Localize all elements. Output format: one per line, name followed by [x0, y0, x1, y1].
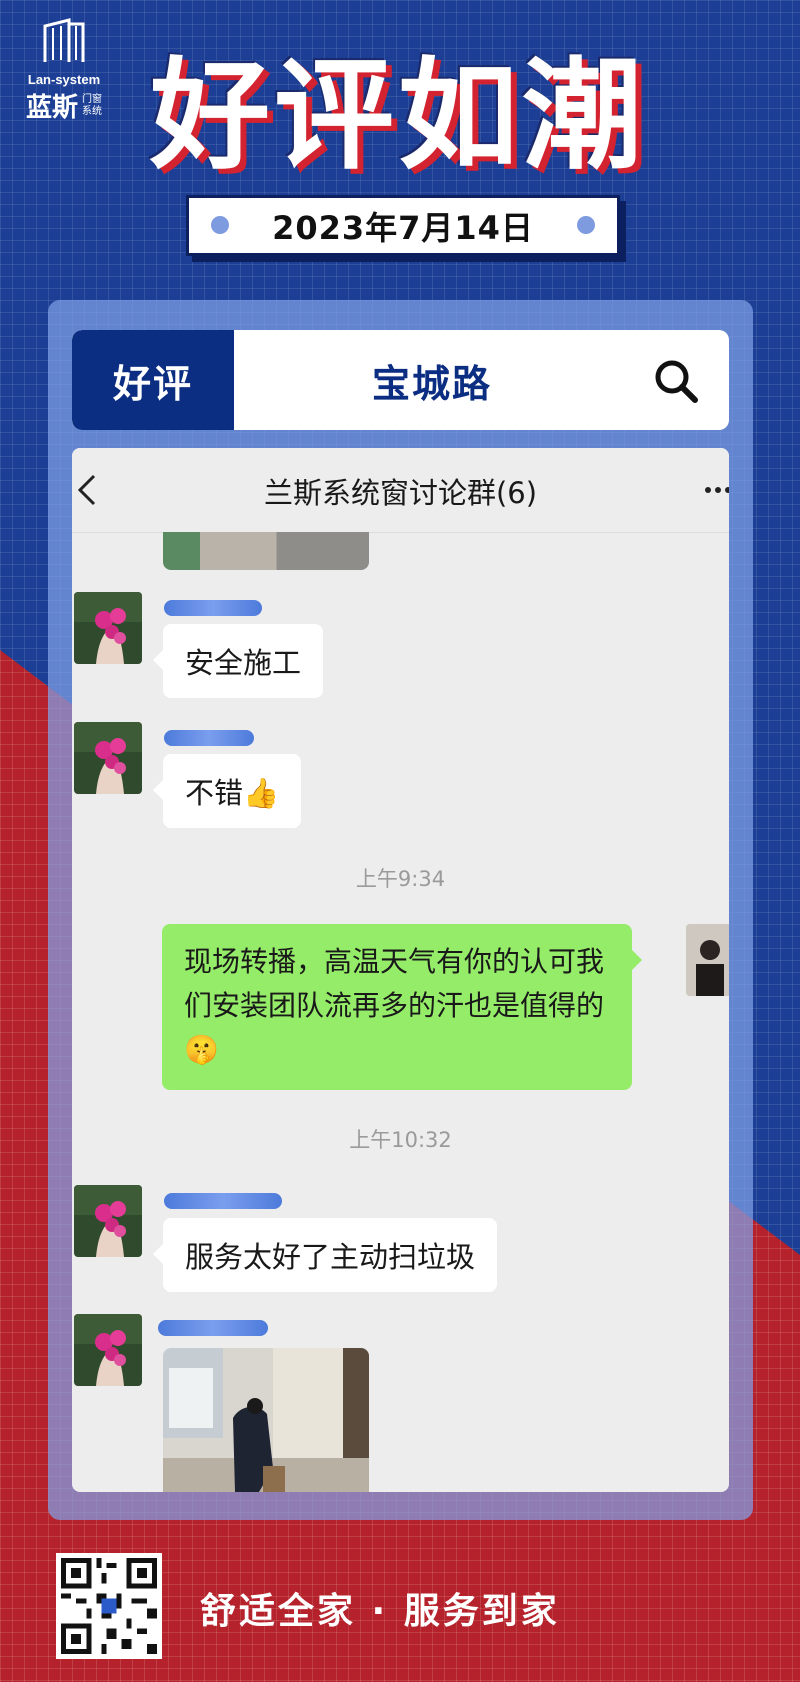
avatar[interactable] [74, 1314, 142, 1386]
tab-review[interactable]: 好评 [72, 330, 234, 430]
chat-title: 兰斯系统窗讨论群(6) [263, 476, 538, 510]
search-icon[interactable] [653, 358, 699, 404]
message-bubble[interactable]: 不错👍 [152, 754, 302, 828]
nickname-redacted [164, 1193, 282, 1209]
headline: 好评如潮 [150, 47, 646, 186]
chat-header: 兰斯系统窗讨论群(6) [72, 448, 729, 533]
qr-code[interactable] [56, 1553, 162, 1659]
footer-slogan: 舒适全家 · 服务到家 [200, 1591, 560, 1632]
window-logo-icon [43, 18, 85, 62]
nickname-redacted [164, 730, 254, 746]
date-text: 2023年7月14日 [272, 208, 534, 247]
date-box: 2023年7月14日 [186, 195, 620, 256]
image-message-partial[interactable] [163, 532, 369, 570]
avatar[interactable] [74, 592, 142, 664]
self-message-line-2: 们安装团队流再多的汗也是值得的 [184, 989, 605, 1022]
timestamp: 上午10:32 [349, 1128, 452, 1152]
brand-logo: Lan-system 蓝斯 门窗 系统 [14, 16, 114, 124]
image-message-installer[interactable] [163, 1348, 369, 1492]
self-avatar[interactable] [686, 924, 729, 996]
avatar[interactable] [74, 722, 142, 794]
brand-name-en: Lan-system [27, 72, 101, 87]
dot-left [211, 216, 229, 234]
chat-screenshot: 兰斯系统窗讨论群(6) 安全施工 不错👍 上午9:34 现场转播，高温天气有你的… [72, 448, 729, 1492]
nickname-redacted [164, 600, 262, 616]
nickname-redacted [158, 1320, 268, 1336]
self-message-line-1: 现场转播，高温天气有你的认可我 [184, 945, 605, 978]
more-options-icon[interactable] [703, 484, 729, 496]
brand-name-cn: 蓝斯 [25, 93, 78, 123]
message-bubble[interactable]: 服务太好了主动扫垃圾 [152, 1218, 498, 1292]
timestamp: 上午9:34 [355, 867, 446, 891]
tab-bar: 好评 宝城路 [72, 330, 729, 430]
poster: Lan-system 蓝斯 门窗 系统 好评如潮 2023年7月14日 好评 宝… [0, 0, 800, 1682]
emoji-shush: 🤫 [184, 1033, 219, 1066]
dot-right [577, 216, 595, 234]
avatar[interactable] [74, 1185, 142, 1257]
self-message-bubble[interactable]: 现场转播，高温天气有你的认可我 们安装团队流再多的汗也是值得的 🤫 [162, 924, 642, 1090]
tab-location[interactable]: 宝城路 [372, 330, 492, 430]
brand-sub-2: 系统 [82, 105, 102, 117]
message-bubble[interactable]: 安全施工 [152, 624, 324, 698]
brand-sub-1: 门窗 [82, 93, 102, 105]
